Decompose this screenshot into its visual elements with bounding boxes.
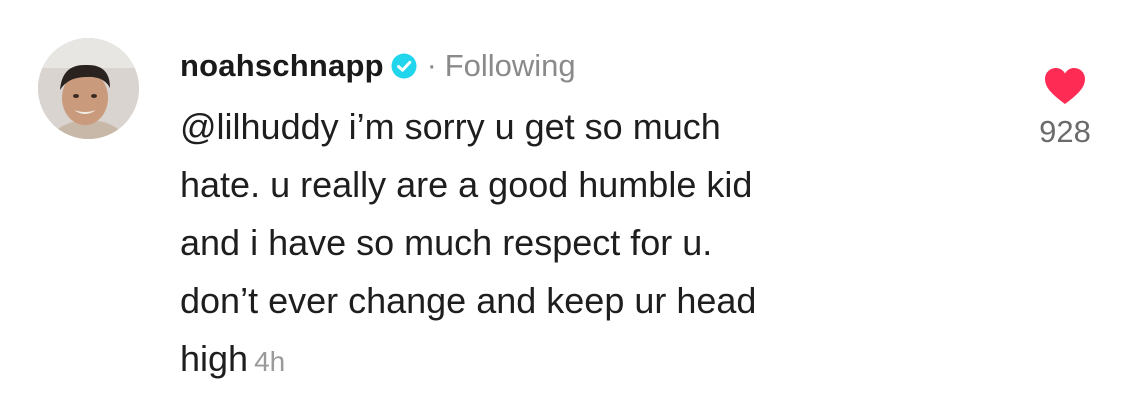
comment-last-line: high 4h (180, 330, 980, 391)
comment-text-line: hate. u really are a good humble kid (180, 164, 753, 205)
header-separator: · (426, 49, 437, 82)
comment-text-line: @lilhuddy i’m sorry u get so much (180, 106, 721, 147)
verified-badge-icon (391, 53, 417, 79)
comment-timestamp: 4h (254, 346, 286, 377)
like-control: 928 (1030, 66, 1100, 150)
heart-icon[interactable] (1043, 66, 1087, 106)
username-link[interactable]: noahschnapp (180, 48, 384, 84)
comment-header: noahschnapp · Following (180, 40, 980, 92)
following-status: Following (444, 48, 576, 83)
comment-item: noahschnapp · Following @lilhuddy i’m so… (0, 0, 1123, 411)
comment-text-line: and i have so much respect for u. (180, 222, 713, 263)
avatar-image (38, 38, 139, 139)
like-count: 928 (1039, 114, 1091, 149)
comment-body: noahschnapp · Following @lilhuddy i’m so… (180, 40, 980, 391)
avatar[interactable] (38, 38, 139, 139)
comment-text: @lilhuddy i’m sorry u get so much hate. … (180, 98, 980, 391)
comment-text-line: high (180, 338, 249, 379)
comment-text-line: don’t ever change and keep ur head (180, 280, 757, 321)
